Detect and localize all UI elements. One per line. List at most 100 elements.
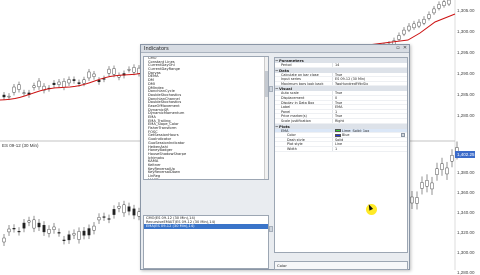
property-value[interactable]: 1	[333, 110, 407, 114]
property-value[interactable]: Blue	[333, 133, 407, 137]
candle-body	[442, 1, 446, 6]
property-description: Color	[274, 261, 408, 270]
candle-body	[402, 29, 406, 35]
add-button[interactable]	[269, 86, 273, 92]
candle-body	[87, 228, 91, 236]
property-value[interactable]: Lime; Solid; 1px	[333, 129, 407, 133]
property-value-text: Right	[335, 118, 344, 123]
candle-body	[427, 14, 431, 19]
available-indicators-list[interactable]: CMO Constant Lines CurrentDayOhl CurrentDay…	[143, 56, 269, 180]
dialog-titlebar[interactable]: Indicators ▫ ✕	[141, 45, 409, 53]
candle-body	[52, 226, 56, 230]
property-value[interactable]: EMA	[333, 105, 407, 109]
property-value[interactable]: Solid	[333, 138, 407, 142]
candle-body	[72, 233, 76, 236]
candle-body	[445, 167, 449, 175]
property-value[interactable]: True	[333, 101, 407, 105]
candle-body	[132, 67, 136, 73]
dropdown-arrow-icon[interactable]	[401, 133, 405, 137]
candle-body	[450, 155, 454, 162]
property-value-text: 14	[335, 63, 340, 67]
property-value[interactable]: 0	[333, 96, 407, 100]
candle-body	[432, 8, 436, 14]
property-value-text: True	[335, 72, 343, 77]
color-swatch-icon	[335, 129, 341, 133]
candle-body	[425, 180, 429, 187]
scrollbar-thumb[interactable]	[265, 71, 268, 97]
close-icon[interactable]: ✕	[402, 46, 408, 51]
candle-body	[2, 94, 6, 98]
candle-body	[32, 85, 36, 88]
candle-body	[412, 23, 416, 29]
candle-body	[82, 79, 86, 84]
property-row[interactable]: Width 1	[275, 146, 407, 152]
candle-body	[407, 25, 411, 31]
property-name: Color	[275, 133, 333, 137]
applied-indicators-list[interactable]: CMO(ES 09-12 (30 Min),14) RecursiveEMAIT(…	[143, 215, 269, 269]
property-name: Label	[275, 105, 333, 109]
candle-body	[37, 80, 41, 88]
dialog-title: Indicators	[144, 46, 169, 52]
price-tick-label: 1,305.00	[457, 8, 475, 13]
property-name: EMA	[275, 128, 333, 133]
candle-body	[12, 86, 16, 93]
property-category[interactable]: Parameters	[275, 58, 407, 63]
property-value-text: 1	[335, 146, 338, 151]
candle-body	[397, 35, 401, 40]
price-tick-label: 1,340.00	[457, 210, 475, 215]
remove-button[interactable]	[269, 226, 273, 232]
property-value[interactable]: Line	[333, 142, 407, 146]
indicator-lists: CMO Constant Lines CurrentDayOhl CurrentDay…	[143, 56, 269, 269]
property-value[interactable]: TwoHundredFiftySix	[333, 82, 407, 86]
properties-grid[interactable]: ParametersPeriod14DataCalculate on bar c…	[274, 57, 408, 253]
price-tick-label: 1,280.00	[457, 270, 475, 275]
property-name: Displacement	[275, 95, 333, 100]
property-value[interactable]: 14	[333, 63, 407, 67]
property-value-text: True	[335, 91, 343, 95]
property-value-text: 0	[335, 95, 338, 100]
candle-body	[127, 69, 131, 71]
property-value[interactable]: True	[333, 91, 407, 95]
candle-body	[417, 21, 421, 27]
candle-body	[87, 71, 91, 79]
candle-body	[97, 217, 101, 221]
property-value-text: True	[335, 100, 343, 105]
property-name: Display in Data Box	[275, 100, 333, 105]
price-tick-label: 1,300.00	[457, 29, 475, 34]
price-tick-label: 1,290.00	[457, 71, 475, 76]
price-tick-label: 1,360.00	[457, 190, 475, 195]
candle-body	[447, 0, 451, 5]
candle-body	[57, 232, 61, 234]
candle-body	[22, 222, 26, 229]
candle-body	[22, 92, 26, 94]
list-scrollbar[interactable]	[264, 57, 268, 179]
price-tick-label: 1,320.00	[457, 230, 475, 235]
property-category[interactable]: Visual	[275, 86, 407, 92]
candle-body	[37, 222, 41, 228]
applied-indicator-item[interactable]: EMA(ES 09-12 (30 Min),14)	[144, 224, 268, 229]
property-value-text: Line	[335, 142, 343, 146]
candle-body	[57, 81, 61, 85]
property-value-text: ES 09-12 (30 Min)	[335, 77, 366, 81]
price-tick-label: 1,285.00	[457, 92, 475, 97]
property-category[interactable]: Plots	[275, 123, 407, 129]
candle-body	[7, 228, 11, 233]
candle-body	[437, 4, 441, 9]
property-value[interactable]: True	[333, 114, 407, 118]
minimize-icon[interactable]: ▫	[395, 46, 401, 51]
property-name: Auto scale	[275, 91, 333, 95]
candle-body	[67, 234, 71, 241]
property-name: Plot style	[275, 142, 333, 146]
property-value-text: Solid	[335, 137, 344, 142]
property-name: Period	[275, 63, 333, 67]
candle-body	[415, 197, 419, 204]
candle-body	[62, 239, 66, 241]
property-value[interactable]: Right	[333, 119, 407, 123]
property-value[interactable]: True	[333, 73, 407, 77]
property-value[interactable]: ES 09-12 (30 Min)	[333, 77, 407, 81]
property-value-text: Blue	[342, 133, 350, 137]
property-value[interactable]: 1	[333, 147, 407, 151]
indicator-list-item[interactable]: MACD	[144, 178, 268, 179]
candle-body	[117, 206, 121, 209]
property-category[interactable]: Data	[275, 67, 407, 73]
